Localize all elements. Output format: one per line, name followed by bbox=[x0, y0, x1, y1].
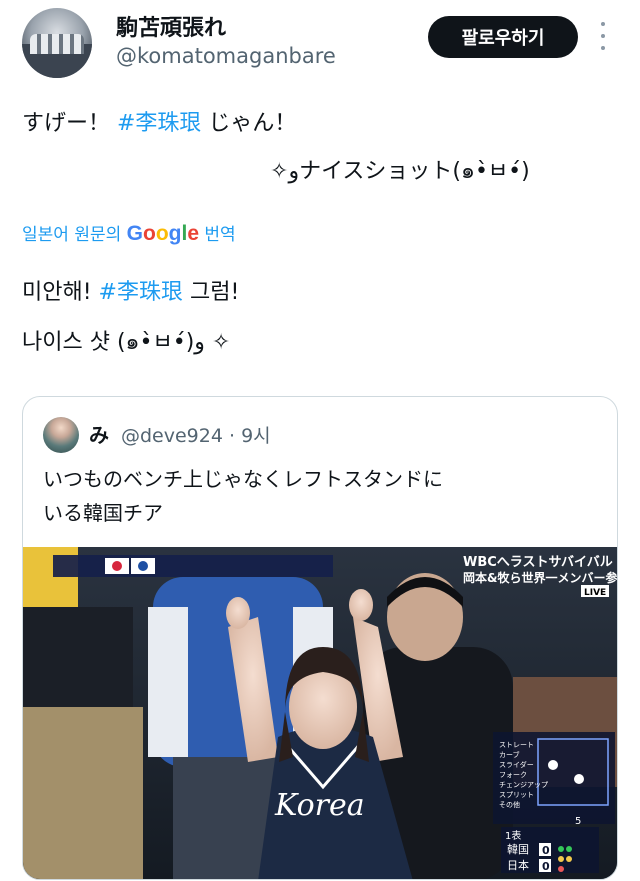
overlay-title-2: 岡本&牧ら世界一メンバー参戦 bbox=[463, 570, 618, 585]
team-home: 韓国 bbox=[507, 843, 529, 856]
author-avatar[interactable] bbox=[22, 8, 92, 78]
quote-media-image[interactable]: Korea WBCへラストサバイバル 岡本&牧ら世界一メンバー参戦 LIVE ス… bbox=[23, 547, 618, 879]
translated-text-line-2: 나이스 샷 (๑•̀ㅂ•́)و ✧ bbox=[22, 330, 231, 355]
quote-handle-time: @deve924 · 9시 bbox=[121, 425, 271, 447]
translation-label[interactable]: 일본어 원문의 Google 번역 bbox=[22, 220, 236, 246]
tweet-text-prefix: すげー！ bbox=[22, 111, 117, 136]
translation-prefix: 일본어 원문의 bbox=[22, 225, 127, 245]
svg-text:その他: その他 bbox=[499, 800, 520, 809]
quote-author-name[interactable]: み bbox=[89, 419, 109, 448]
google-logo: Google bbox=[126, 222, 200, 245]
quote-text-line-2: いる韓国チア bbox=[43, 501, 163, 525]
broadcast-scene: Korea WBCへラストサバイバル 岡本&牧ら世界一メンバー参戦 LIVE ス… bbox=[23, 547, 618, 879]
overlay-title-1: WBCへラストサバイバル bbox=[463, 555, 613, 570]
tweet-text-line-2: ✧ﻭナイスショット(๑•̀ㅂ•́) bbox=[270, 159, 530, 184]
quote-text-line-1: いつものベンチ上じゃなくレフトスタンドに bbox=[43, 467, 443, 491]
quoted-tweet[interactable]: み @deve924 · 9시 いつものベンチ上じゃなくレフトスタンドに いる韓… bbox=[22, 396, 618, 880]
avatar-photo bbox=[22, 34, 92, 78]
team-away: 日本 bbox=[507, 858, 529, 872]
svg-text:カーブ: カーブ bbox=[499, 750, 520, 759]
hashtag-link[interactable]: #李珠珢 bbox=[117, 111, 201, 136]
translated-text-line-1: 미안해! #李珠珢 그럼! bbox=[22, 274, 239, 306]
inning: 1表 bbox=[505, 829, 521, 842]
svg-text:スライダー: スライダー bbox=[499, 760, 534, 769]
author-name[interactable]: 駒苫頑張れ bbox=[116, 10, 226, 42]
quote-avatar[interactable] bbox=[43, 417, 79, 453]
translated-hashtag-link[interactable]: #李珠珢 bbox=[99, 280, 183, 305]
translated-prefix: 미안해! bbox=[22, 280, 99, 305]
count-number: 5 bbox=[575, 816, 581, 827]
score-home: 0 bbox=[542, 844, 550, 857]
svg-text:スプリット: スプリット bbox=[499, 791, 534, 799]
translated-suffix: 그럼! bbox=[182, 280, 240, 305]
svg-text:フォーク: フォーク bbox=[499, 771, 527, 779]
follow-button[interactable]: 팔로우하기 bbox=[428, 16, 578, 58]
tweet-text-suffix: じゃん！ bbox=[201, 111, 297, 136]
jersey-text: Korea bbox=[274, 788, 365, 823]
more-options-icon[interactable] bbox=[598, 22, 608, 50]
author-handle[interactable]: @komatomaganbare bbox=[116, 44, 336, 68]
svg-text:LIVE: LIVE bbox=[584, 588, 606, 598]
player-name-bar bbox=[53, 555, 333, 577]
svg-text:ストレート: ストレート bbox=[499, 741, 534, 749]
translation-suffix: 번역 bbox=[199, 225, 236, 245]
tweet-text-line-1: すげー！ #李珠珢 じゃん！ bbox=[22, 105, 296, 137]
score-away: 0 bbox=[542, 860, 550, 873]
svg-text:チェンジアップ: チェンジアップ bbox=[499, 781, 548, 789]
